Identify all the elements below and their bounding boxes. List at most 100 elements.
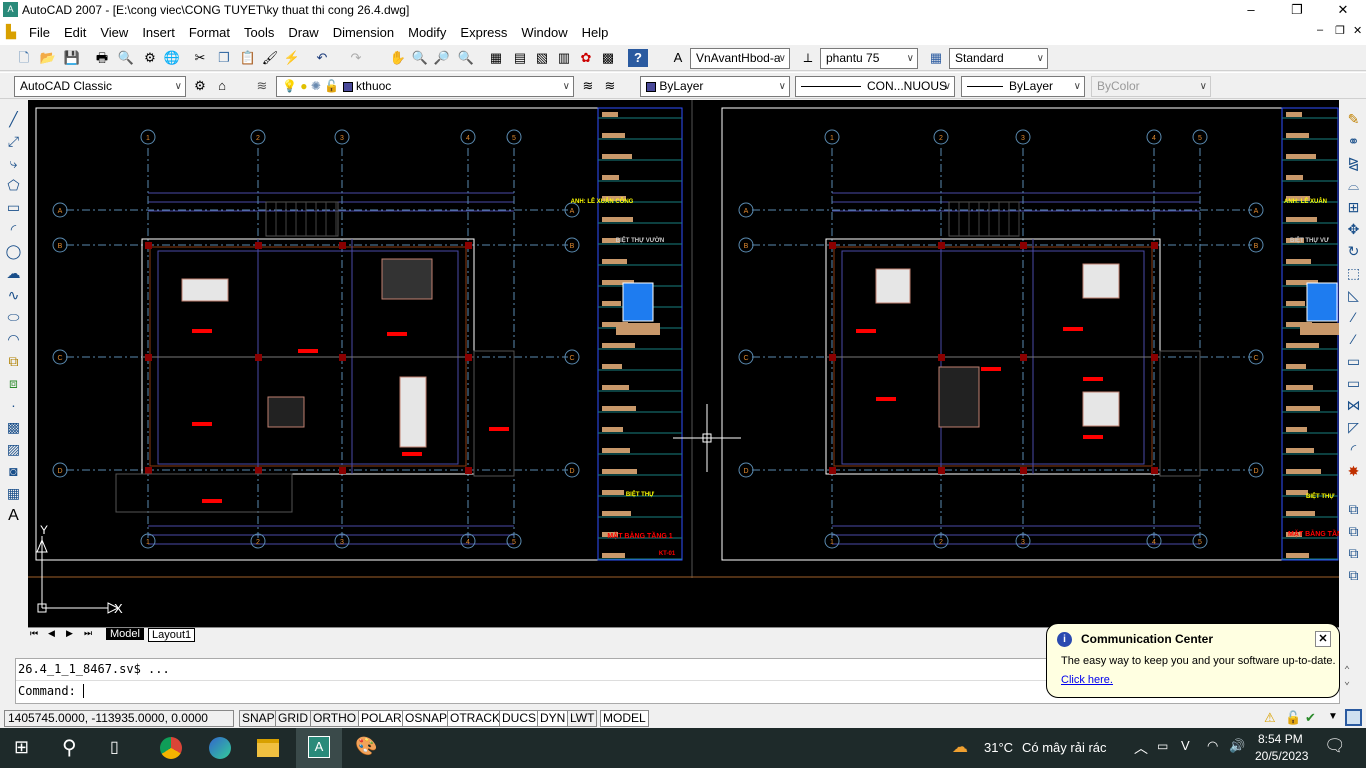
lwt-toggle[interactable]: LWT [567,710,598,727]
snap-toggle[interactable]: SNAP [239,710,278,727]
linetype-select[interactable]: CON...NUOUS ∨ [795,76,955,97]
draw-order-back-icon[interactable]: ⧉ [1344,522,1363,541]
ellipse-icon[interactable]: ⬭ [4,308,23,327]
design-center-icon[interactable]: ▤ [510,49,530,67]
close-button[interactable]: ✕ [1320,0,1366,20]
layer-manager-icon[interactable]: ≋ [252,77,272,95]
multiline-text-icon[interactable]: A [4,506,23,525]
zoom-realtime-icon[interactable]: 🔍 [410,49,430,67]
status-menu-arrow[interactable]: ▼ [1328,711,1338,722]
windows-start-icon[interactable]: ⊞ [14,737,29,758]
polygon-icon[interactable]: ⬠ [4,176,23,195]
restore-button[interactable]: ❐ [1274,0,1320,20]
break-icon[interactable]: ▭ [1344,374,1363,393]
search-icon[interactable]: ⚲ [62,735,77,760]
region-icon[interactable]: ◙ [4,462,23,481]
vpn-icon[interactable]: V [1181,738,1190,753]
menu-tools[interactable]: Tools [237,25,281,40]
zoom-previous-icon[interactable]: 🔍 [456,49,476,67]
help-icon[interactable]: ? [628,49,648,67]
make-block-icon[interactable]: ⧈ [4,374,23,393]
hatch-icon[interactable]: ▩ [4,418,23,437]
construction-line-icon[interactable]: ⤢ [4,132,23,151]
color-select[interactable]: ByLayer ∨ [640,76,790,97]
warning-icon[interactable]: ⚠ [1264,710,1276,726]
menu-edit[interactable]: Edit [57,25,93,40]
text-style-select[interactable]: VnAvantHbod-a ∨ [690,48,790,69]
array-icon[interactable]: ⊞ [1344,198,1363,217]
make-layer-current-icon[interactable]: ≋ [578,77,598,95]
rectangle-icon[interactable]: ▭ [4,198,23,217]
menu-draw[interactable]: Draw [281,25,325,40]
otrack-toggle[interactable]: OTRACK [447,710,504,727]
weather-text[interactable]: Có mây rải rác [1022,740,1107,755]
menu-express[interactable]: Express [453,25,514,40]
circle-icon[interactable]: ◯ [4,242,23,261]
spline-icon[interactable]: ∿ [4,286,23,305]
balloon-close-button[interactable]: ✕ [1315,631,1331,647]
menu-format[interactable]: Format [182,25,237,40]
grid-toggle[interactable]: GRID [275,710,311,727]
redo-icon[interactable]: ↷ [346,49,366,67]
paste-icon[interactable]: 📋 [238,49,258,67]
plot-icon[interactable]: 🖶 [92,49,112,67]
menu-view[interactable]: View [93,25,135,40]
revision-cloud-icon[interactable]: ☁ [4,264,23,283]
osnap-toggle[interactable]: OSNAP [402,710,451,727]
insert-block-icon[interactable]: ⧉ [4,352,23,371]
mirror-icon[interactable]: ⧎ [1344,154,1363,173]
chamfer-icon[interactable]: ◸ [1344,418,1363,437]
weather-temp[interactable]: 31°C [984,740,1013,755]
menu-modify[interactable]: Modify [401,25,453,40]
polyline-icon[interactable]: ⤷ [4,154,23,173]
previous-tab-button[interactable]: ◀ [48,628,55,639]
first-tab-button[interactable]: ⏮ [30,628,38,639]
publish-web-icon[interactable]: 🌐 [162,49,182,67]
communication-center-icon[interactable]: ✔ [1305,710,1316,726]
block-editor-icon[interactable]: ⚡ [282,49,302,67]
menu-insert[interactable]: Insert [135,25,182,40]
pan-icon[interactable]: ✋ [388,49,408,67]
tab-model[interactable]: Model [106,628,144,640]
dim-style-select[interactable]: phantu 75 ∨ [820,48,918,69]
match-properties-icon[interactable]: 🖌 [260,49,280,67]
markup-icon[interactable]: ✿ [576,49,596,67]
clean-screen-button[interactable] [1345,709,1362,726]
plotstyle-select[interactable]: ByColor ∨ [1091,76,1211,97]
open-icon[interactable]: 📂 [38,49,58,67]
send-under-icon[interactable]: ⧉ [1344,566,1363,585]
menu-window[interactable]: Window [514,25,574,40]
table-style-select[interactable]: Standard ∨ [949,48,1048,69]
ducs-toggle[interactable]: DUCS [499,710,540,727]
rotate-icon[interactable]: ↻ [1344,242,1363,261]
menu-dimension[interactable]: Dimension [326,25,401,40]
properties-icon[interactable]: ▦ [486,49,506,67]
model-toggle[interactable]: MODEL [600,710,649,727]
doc-close-button[interactable]: ✕ [1346,24,1366,37]
drawing-canvas[interactable]: 1 1 2 2 3 3 4 4 5 5 A A B B C C D D 1 1 2 2 3 3 4 4 5 5 A A B B C C D D ANH… [28,100,1348,627]
plot-preview-icon[interactable]: 🔍 [116,49,136,67]
undo-icon[interactable]: ↶ [312,49,332,67]
battery-icon[interactable]: ▭ [1157,739,1168,753]
chrome-icon[interactable] [160,737,182,759]
menu-help[interactable]: Help [575,25,616,40]
layer-previous-icon[interactable]: ≋ [600,77,620,95]
lineweight-select[interactable]: ByLayer ∨ [961,76,1085,97]
publish-icon[interactable]: ⚙ [140,49,160,67]
sheet-set-icon[interactable]: ▥ [554,49,574,67]
calculator-icon[interactable]: ▩ [598,49,618,67]
dyn-toggle[interactable]: DYN [537,710,569,727]
tab-layout1[interactable]: Layout1 [148,628,196,642]
ellipse-arc-icon[interactable]: ◠ [4,330,23,349]
show-hidden-icons-chevron-icon[interactable]: ︿ [1134,738,1148,758]
my-workspace-icon[interactable]: ⌂ [212,77,232,95]
file-explorer-icon[interactable] [257,739,279,757]
cut-icon[interactable]: ✂ [190,49,210,67]
toolbar-lock-icon[interactable]: 🔓 [1285,710,1301,726]
workspace-settings-icon[interactable]: ⚙ [190,77,210,95]
point-icon[interactable]: · [4,396,23,415]
clock-date[interactable]: 20/5/2023 [1255,749,1308,763]
gradient-icon[interactable]: ▨ [4,440,23,459]
volume-icon[interactable]: 🔊 [1229,738,1245,754]
clock-time[interactable]: 8:54 PM [1258,732,1303,746]
